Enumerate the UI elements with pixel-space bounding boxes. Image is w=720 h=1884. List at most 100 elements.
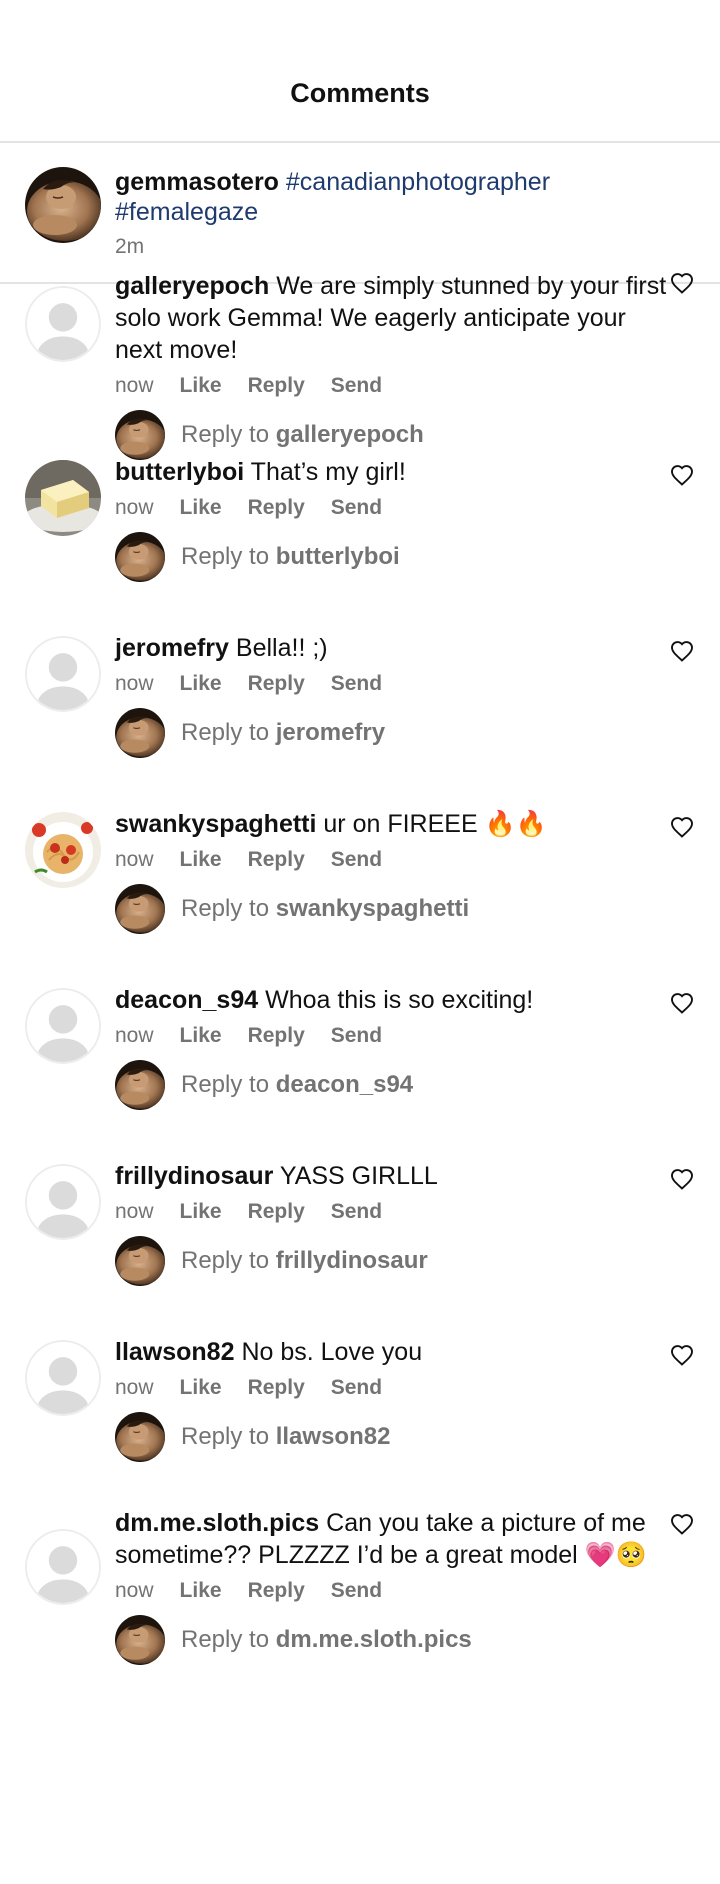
reply-target-username: deacon_s94 xyxy=(275,1071,414,1098)
reply-to-row[interactable]: Reply to butterlyboi xyxy=(115,532,400,582)
heart-icon[interactable] xyxy=(670,1344,696,1368)
like-button[interactable]: Like xyxy=(180,1200,222,1224)
reply-button[interactable]: Reply xyxy=(248,496,305,520)
send-button[interactable]: Send xyxy=(331,672,382,696)
comment-text: swankyspaghetti ur on FIREEE 🔥🔥 xyxy=(115,808,675,840)
avatar[interactable] xyxy=(25,167,101,243)
reply-target-username: jeromefry xyxy=(275,719,386,746)
default-avatar-icon[interactable] xyxy=(25,1340,101,1416)
reply-to-label: Reply to galleryepoch xyxy=(181,421,424,449)
reply-to-label: Reply to dm.me.sloth.pics xyxy=(181,1626,472,1654)
reply-button[interactable]: Reply xyxy=(248,374,305,398)
comment-body: That’s my girl! xyxy=(250,458,406,486)
reply-target-username: llawson82 xyxy=(275,1423,391,1450)
send-button[interactable]: Send xyxy=(331,1200,382,1224)
send-button[interactable]: Send xyxy=(331,1579,382,1603)
reply-to-row[interactable]: Reply to llawson82 xyxy=(115,1412,390,1462)
avatar xyxy=(115,1615,165,1665)
reply-button[interactable]: Reply xyxy=(248,1376,305,1400)
send-button[interactable]: Send xyxy=(331,1024,382,1048)
send-button[interactable]: Send xyxy=(331,374,382,398)
comment-username[interactable]: swankyspaghetti xyxy=(115,810,316,838)
default-avatar-icon[interactable] xyxy=(25,1164,101,1240)
reply-prefix: Reply to xyxy=(181,1071,270,1098)
reply-button[interactable]: Reply xyxy=(248,1024,305,1048)
reply-to-label: Reply to swankyspaghetti xyxy=(181,895,469,923)
reply-to-row[interactable]: Reply to jeromefry xyxy=(115,708,385,758)
comment-meta: now Like Reply Send xyxy=(115,672,382,696)
comment-timestamp: now xyxy=(115,374,154,397)
send-button[interactable]: Send xyxy=(331,848,382,872)
avatar xyxy=(115,1236,165,1286)
avatar xyxy=(115,1060,165,1110)
comment-timestamp: now xyxy=(115,1024,154,1047)
heart-icon[interactable] xyxy=(670,1513,696,1537)
reply-prefix: Reply to xyxy=(181,895,270,922)
comment-username[interactable]: llawson82 xyxy=(115,1338,235,1366)
reply-to-row[interactable]: Reply to deacon_s94 xyxy=(115,1060,413,1110)
comment-username[interactable]: deacon_s94 xyxy=(115,986,258,1014)
reply-prefix: Reply to xyxy=(181,1247,270,1274)
send-button[interactable]: Send xyxy=(331,1376,382,1400)
like-button[interactable]: Like xyxy=(180,848,222,872)
reply-to-row[interactable]: Reply to frillydinosaur xyxy=(115,1236,428,1286)
avatar[interactable] xyxy=(25,812,101,888)
avatar[interactable] xyxy=(25,460,101,536)
comment-body: ur on FIREEE 🔥🔥 xyxy=(323,810,547,838)
reply-button[interactable]: Reply xyxy=(248,1579,305,1603)
reply-prefix: Reply to xyxy=(181,543,270,570)
like-button[interactable]: Like xyxy=(180,374,222,398)
comment-timestamp: now xyxy=(115,1200,154,1223)
reply-button[interactable]: Reply xyxy=(248,672,305,696)
page-title: Comments xyxy=(290,78,430,108)
heart-icon[interactable] xyxy=(670,1168,696,1192)
post-caption: gemmasotero #canadianphotographer #femal… xyxy=(0,143,720,284)
comment-username[interactable]: jeromefry xyxy=(115,634,229,662)
comment-meta: now Like Reply Send xyxy=(115,1024,382,1048)
comment-meta: now Like Reply Send xyxy=(115,1200,382,1224)
heart-icon[interactable] xyxy=(670,992,696,1016)
reply-target-username: swankyspaghetti xyxy=(275,895,470,922)
default-avatar-icon[interactable] xyxy=(25,286,101,362)
like-button[interactable]: Like xyxy=(180,672,222,696)
reply-to-row[interactable]: Reply to dm.me.sloth.pics xyxy=(115,1615,472,1665)
reply-target-username: frillydinosaur xyxy=(275,1247,428,1274)
avatar xyxy=(115,708,165,758)
reply-button[interactable]: Reply xyxy=(248,1200,305,1224)
comment-body: YASS GIRLLL xyxy=(279,1162,438,1190)
heart-icon[interactable] xyxy=(670,272,696,296)
reply-to-label: Reply to jeromefry xyxy=(181,719,385,747)
comment-username[interactable]: butterlyboi xyxy=(115,458,244,486)
heart-icon[interactable] xyxy=(670,816,696,840)
caption-username[interactable]: gemmasotero xyxy=(115,168,279,196)
like-button[interactable]: Like xyxy=(180,1376,222,1400)
reply-to-row[interactable]: Reply to swankyspaghetti xyxy=(115,884,469,934)
heart-icon[interactable] xyxy=(670,640,696,664)
like-button[interactable]: Like xyxy=(180,1024,222,1048)
send-button[interactable]: Send xyxy=(331,496,382,520)
comment-timestamp: now xyxy=(115,1579,154,1602)
reply-prefix: Reply to xyxy=(181,421,270,448)
like-button[interactable]: Like xyxy=(180,1579,222,1603)
like-button[interactable]: Like xyxy=(180,496,222,520)
default-avatar-icon[interactable] xyxy=(25,1529,101,1605)
avatar xyxy=(115,410,165,460)
comment-meta: now Like Reply Send xyxy=(115,848,382,872)
comment-text: frillydinosaur YASS GIRLLL xyxy=(115,1160,675,1192)
comment-meta: now Like Reply Send xyxy=(115,1376,382,1400)
comment-text: galleryepoch We are simply stunned by yo… xyxy=(115,270,675,366)
comment-text: llawson82 No bs. Love you xyxy=(115,1336,675,1368)
reply-to-label: Reply to deacon_s94 xyxy=(181,1071,413,1099)
caption-timestamp: 2m xyxy=(115,235,145,258)
comment-text: dm.me.sloth.pics Can you take a picture … xyxy=(115,1507,675,1571)
reply-to-row[interactable]: Reply to galleryepoch xyxy=(115,410,424,460)
comment-username[interactable]: frillydinosaur xyxy=(115,1162,273,1190)
default-avatar-icon[interactable] xyxy=(25,988,101,1064)
default-avatar-icon[interactable] xyxy=(25,636,101,712)
comment-username[interactable]: galleryepoch xyxy=(115,272,269,300)
comment-body: No bs. Love you xyxy=(241,1338,423,1366)
reply-prefix: Reply to xyxy=(181,1423,270,1450)
heart-icon[interactable] xyxy=(670,464,696,488)
reply-button[interactable]: Reply xyxy=(248,848,305,872)
comment-username[interactable]: dm.me.sloth.pics xyxy=(115,1509,319,1537)
